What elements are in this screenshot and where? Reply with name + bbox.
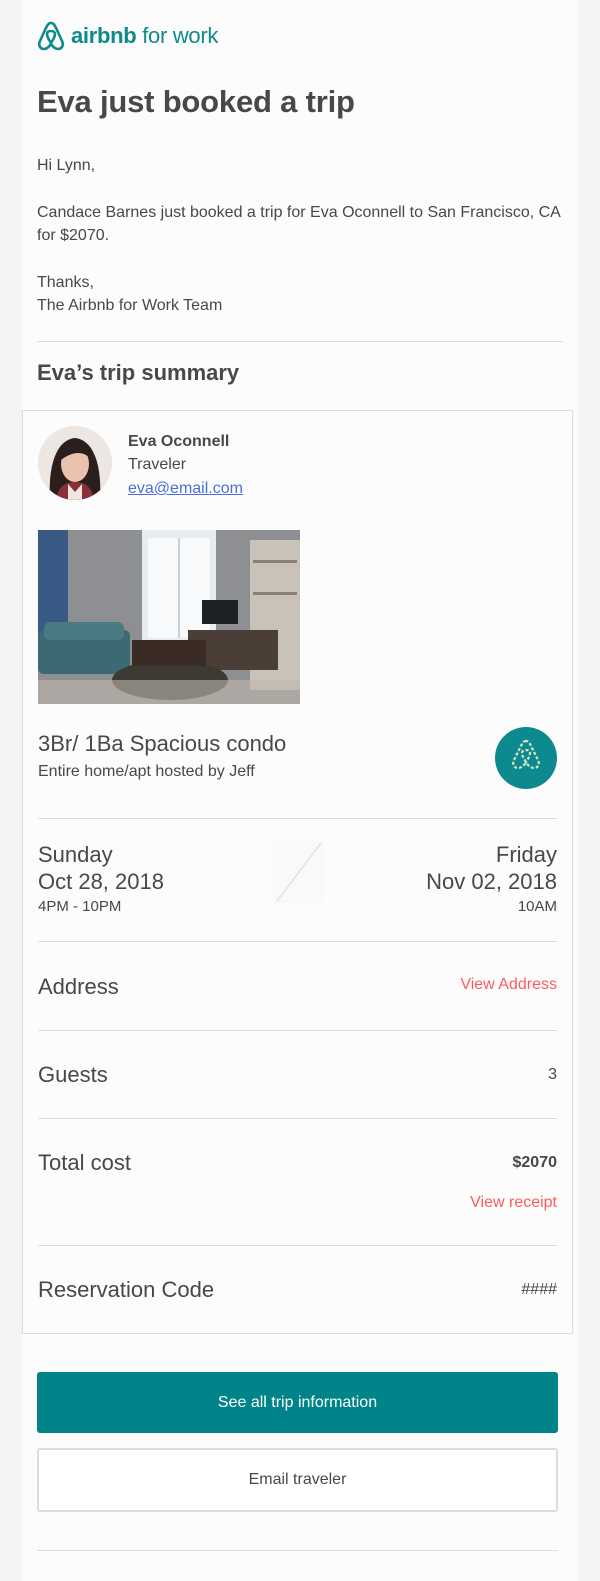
airbnb-for-work-logo[interactable]: airbnb for work xyxy=(37,0,563,72)
email-traveler-button[interactable]: Email traveler xyxy=(37,1448,558,1512)
checkout-block: Friday Nov 02, 2018 10AM xyxy=(426,841,557,918)
reservation-code-value: #### xyxy=(521,1281,557,1298)
view-receipt-link[interactable]: View receipt xyxy=(470,1194,557,1212)
email-title: Eva just booked a trip xyxy=(37,84,355,119)
trip-summary-heading: Eva’s trip summary xyxy=(37,360,240,385)
see-all-trip-information-button[interactable]: See all trip information xyxy=(37,1372,558,1433)
divider xyxy=(38,1030,557,1031)
listing-photo[interactable] xyxy=(38,530,300,704)
total-cost-label: Total cost xyxy=(38,1150,131,1175)
reservation-code-label: Reservation Code xyxy=(38,1277,215,1302)
traveler-role: Traveler xyxy=(128,456,187,473)
traveler-info: Eva Oconnell Traveler eva@email.com xyxy=(38,426,243,501)
divider xyxy=(38,1118,557,1119)
checkout-day: Friday xyxy=(495,842,557,867)
date-separator-slash xyxy=(273,841,323,903)
view-address-link[interactable]: View Address xyxy=(460,976,557,994)
listing-title[interactable]: 3Br/ 1Ba Spacious condo xyxy=(38,731,286,757)
guests-value: 3 xyxy=(548,1066,557,1083)
trip-dates: Sunday Oct 28, 2018 4PM - 10PM Friday No… xyxy=(38,841,557,921)
logo-suffix: for work xyxy=(142,23,219,48)
host-avatar-badge xyxy=(495,727,557,789)
airbnb-logo-icon xyxy=(37,21,65,51)
thanks-text: Thanks, xyxy=(37,274,94,291)
trip-summary-card: Eva Oconnell Traveler eva@email.com 3Br/… xyxy=(22,410,573,1334)
total-cost-value: $2070 xyxy=(512,1154,558,1171)
greeting-text: Hi Lynn, xyxy=(37,157,96,174)
divider xyxy=(38,941,557,942)
divider xyxy=(37,1550,558,1551)
checkin-block: Sunday Oct 28, 2018 4PM - 10PM xyxy=(38,841,164,918)
divider xyxy=(38,818,557,819)
traveler-name: Eva Oconnell xyxy=(128,433,230,450)
divider xyxy=(37,341,563,342)
logo-brand: airbnb xyxy=(71,23,137,48)
checkin-day: Sunday xyxy=(38,842,113,867)
airbnb-logo-icon xyxy=(512,739,540,770)
checkin-time: 4PM - 10PM xyxy=(38,898,122,915)
listing-subtitle: Entire home/apt hosted by Jeff xyxy=(38,763,255,780)
guests-label: Guests xyxy=(38,1062,108,1087)
traveler-email-link[interactable]: eva@email.com xyxy=(128,476,243,501)
checkin-date: Oct 28, 2018 xyxy=(38,869,164,894)
email-page: airbnb for work Eva just booked a trip H… xyxy=(22,0,578,1581)
body-text: Candace Barnes just booked a trip for Ev… xyxy=(37,204,560,244)
checkout-date: Nov 02, 2018 xyxy=(426,869,557,894)
checkout-time: 10AM xyxy=(517,898,557,915)
address-label: Address xyxy=(38,974,119,999)
traveler-avatar xyxy=(38,426,112,500)
divider xyxy=(38,1245,557,1246)
signature-text: The Airbnb for Work Team xyxy=(37,297,223,314)
